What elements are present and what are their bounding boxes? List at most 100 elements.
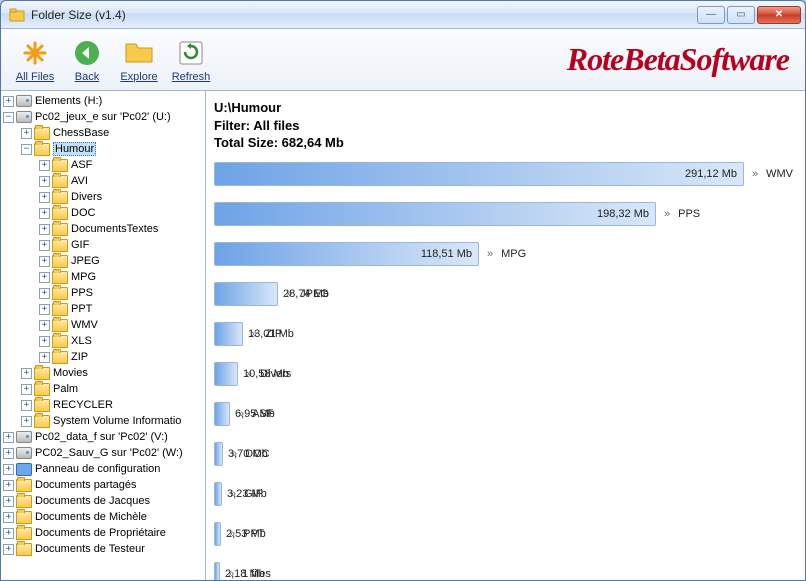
tree-node[interactable]: +Documents de Jacques <box>1 493 205 509</box>
expand-toggle[interactable]: + <box>3 480 14 491</box>
expand-toggle[interactable]: − <box>3 112 14 123</box>
size-row[interactable]: 2,53 Mb»PPT <box>214 522 793 546</box>
folder-icon <box>52 335 68 348</box>
expand-toggle[interactable]: + <box>3 496 14 507</box>
minimize-button[interactable]: — <box>697 6 725 24</box>
size-row[interactable]: 28,74 Mb»JPEG <box>214 282 793 306</box>
expand-toggle[interactable]: + <box>3 432 14 443</box>
refresh-button[interactable]: Refresh <box>165 37 217 83</box>
all-files-button[interactable]: All Files <box>9 37 61 83</box>
tree-node[interactable]: +Elements (H:) <box>1 93 205 109</box>
tree-node[interactable]: +XLS <box>1 333 205 349</box>
folder-tree[interactable]: +Elements (H:)−Pc02_jeux_e sur 'Pc02' (U… <box>1 91 206 580</box>
toolbar: All Files Back Explore Refresh RoteBetaS… <box>1 29 805 91</box>
expand-toggle[interactable]: + <box>39 288 50 299</box>
expand-toggle[interactable]: − <box>21 144 32 155</box>
app-window: Folder Size (v1.4) — ▭ ✕ All Files Back … <box>0 0 806 581</box>
tree-node[interactable]: +PC02_Sauv_G sur 'Pc02' (W:) <box>1 445 205 461</box>
expand-toggle[interactable]: + <box>3 464 14 475</box>
folder-icon <box>52 351 68 364</box>
tree-node-label: Pc02_data_f sur 'Pc02' (V:) <box>35 431 168 443</box>
tree-node-label: ASF <box>71 159 92 171</box>
maximize-button[interactable]: ▭ <box>727 6 755 24</box>
expand-toggle[interactable]: + <box>3 96 14 107</box>
tree-node[interactable]: −Humour <box>1 141 205 157</box>
tree-node[interactable]: +DocumentsTextes <box>1 221 205 237</box>
size-row[interactable]: 198,32 Mb»PPS <box>214 202 793 226</box>
tree-node[interactable]: +Divers <box>1 189 205 205</box>
tree-node[interactable]: + Pc02_data_f sur 'Pc02' (V:) <box>1 429 205 445</box>
expand-toggle[interactable]: + <box>39 320 50 331</box>
expand-toggle[interactable]: + <box>21 384 32 395</box>
expand-toggle[interactable]: + <box>39 336 50 347</box>
size-row[interactable]: 3,23 Mb»GIF <box>214 482 793 506</box>
tree-node-label: MPG <box>71 271 96 283</box>
close-button[interactable]: ✕ <box>757 6 801 24</box>
tree-node[interactable]: +PPT <box>1 301 205 317</box>
size-row[interactable]: 10,58 Mb»Divers <box>214 362 793 386</box>
expand-toggle[interactable]: + <box>39 240 50 251</box>
expand-toggle[interactable]: + <box>3 528 14 539</box>
expand-toggle[interactable]: + <box>21 416 32 427</box>
folder-icon <box>16 495 32 508</box>
tree-node[interactable]: +GIF <box>1 237 205 253</box>
expand-toggle[interactable]: + <box>39 352 50 363</box>
expand-toggle[interactable]: + <box>39 192 50 203</box>
tree-node[interactable]: + ASF <box>1 157 205 173</box>
expand-toggle[interactable]: + <box>39 256 50 267</box>
tree-node[interactable]: +Palm <box>1 381 205 397</box>
size-value: 13,01 Mb <box>248 328 294 340</box>
tree-node[interactable]: + MPG <box>1 269 205 285</box>
refresh-icon <box>175 37 207 69</box>
drive-icon <box>16 447 32 459</box>
tree-node[interactable]: +ChessBase <box>1 125 205 141</box>
explore-button[interactable]: Explore <box>113 37 165 83</box>
category-name: WMV <box>766 168 793 180</box>
tree-node[interactable]: +WMV <box>1 317 205 333</box>
size-bar: 198,32 Mb <box>214 202 656 226</box>
expand-toggle[interactable]: + <box>39 272 50 283</box>
titlebar[interactable]: Folder Size (v1.4) — ▭ ✕ <box>1 1 805 29</box>
size-bar: 3,23 Mb <box>214 482 222 506</box>
back-button[interactable]: Back <box>61 37 113 83</box>
expand-toggle[interactable]: + <box>3 512 14 523</box>
size-bar: 6,95 Mb <box>214 402 230 426</box>
expand-toggle[interactable]: + <box>39 304 50 315</box>
expand-toggle[interactable]: + <box>39 176 50 187</box>
tree-node[interactable]: + PPS <box>1 285 205 301</box>
size-row[interactable]: 118,51 Mb»MPG <box>214 242 793 266</box>
tree-node[interactable]: +Documents de Propriétaire <box>1 525 205 541</box>
expand-toggle[interactable]: + <box>21 128 32 139</box>
folder-icon <box>52 239 68 252</box>
expand-toggle[interactable]: + <box>21 400 32 411</box>
filter-line: Filter: All files <box>214 117 793 135</box>
size-row[interactable]: 2,18 Mb»1 files <box>214 562 793 580</box>
tree-node[interactable]: +AVI <box>1 173 205 189</box>
tree-node[interactable]: +DOC <box>1 205 205 221</box>
expand-toggle[interactable]: + <box>39 224 50 235</box>
tree-node[interactable]: +JPEG <box>1 253 205 269</box>
size-row[interactable]: 6,95 Mb»ASF <box>214 402 793 426</box>
tree-node[interactable]: +ZIP <box>1 349 205 365</box>
expand-toggle[interactable]: + <box>3 544 14 555</box>
tree-node[interactable]: +Documents de Testeur <box>1 541 205 557</box>
tree-node[interactable]: +Documents partagés <box>1 477 205 493</box>
tree-node[interactable]: +Movies <box>1 365 205 381</box>
size-panel: U:\Humour Filter: All files Total Size: … <box>206 91 805 580</box>
tree-node[interactable]: +RECYCLER <box>1 397 205 413</box>
expand-toggle[interactable]: + <box>39 208 50 219</box>
tree-node[interactable]: +Panneau de configuration <box>1 461 205 477</box>
tree-node-label: PPS <box>71 287 93 299</box>
tree-node[interactable]: +System Volume Informatio <box>1 413 205 429</box>
tree-node[interactable]: +Documents de Michèle <box>1 509 205 525</box>
folder-icon <box>123 37 155 69</box>
expand-toggle[interactable]: + <box>3 448 14 459</box>
expand-toggle[interactable]: + <box>39 160 50 171</box>
expand-toggle[interactable]: + <box>21 368 32 379</box>
size-row[interactable]: 13,01 Mb»ZIP <box>214 322 793 346</box>
tree-node[interactable]: −Pc02_jeux_e sur 'Pc02' (U:) <box>1 109 205 125</box>
content-area: +Elements (H:)−Pc02_jeux_e sur 'Pc02' (U… <box>1 91 805 580</box>
size-row[interactable]: 3,70 Mb»DOC <box>214 442 793 466</box>
size-row[interactable]: 291,12 Mb»WMV <box>214 162 793 186</box>
panel-header: U:\Humour Filter: All files Total Size: … <box>214 99 793 152</box>
